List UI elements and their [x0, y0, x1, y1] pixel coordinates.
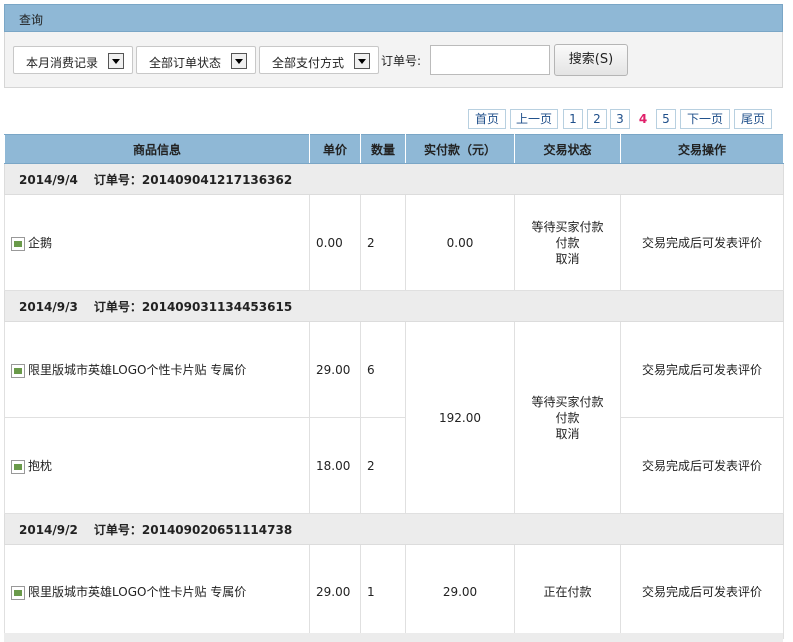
order-status-select-label: 全部订单状态: [149, 56, 222, 70]
trade-status: 等待买家付款 付款 取消: [514, 194, 621, 291]
trade-action: 交易完成后可发表评价: [620, 321, 784, 418]
order-date: 2014/9/4: [19, 172, 78, 187]
table-row: 企鹅 0.00 2 0.00 等待买家付款 付款 取消 交易完成后可发表评价: [4, 194, 784, 291]
order-group-header: 2014/9/2 订单号：201409020651114738: [4, 513, 784, 545]
column-header: 实付款（元）: [405, 134, 515, 164]
table-row: 限里版城市英雄LOGO个性卡片贴 专属价 29.00 6 192.00 等待买家…: [4, 321, 784, 514]
chevron-down-icon[interactable]: [231, 53, 247, 69]
prev-page-button[interactable]: 上一页: [510, 109, 558, 129]
page-button[interactable]: 3: [610, 109, 630, 129]
unit-price: 18.00: [309, 417, 361, 514]
product-name[interactable]: 限里版城市英雄LOGO个性卡片贴 专属价: [28, 363, 246, 377]
orders-table: 商品信息 单价 数量 实付款（元） 交易状态 交易操作 2014/9/4 订单号：…: [4, 134, 784, 639]
product-name[interactable]: 限里版城市英雄LOGO个性卡片贴 专属价: [28, 585, 246, 599]
quantity: 1: [360, 544, 406, 639]
paid-amount: 0.00: [405, 194, 515, 291]
next-page-button[interactable]: 下一页: [680, 109, 730, 129]
pay-link[interactable]: 付款: [516, 410, 619, 426]
status-text: 等待买家付款: [531, 219, 604, 234]
order-no-label: 订单号:: [381, 54, 422, 68]
product-name[interactable]: 抱枕: [28, 459, 52, 473]
order-no-input[interactable]: [430, 45, 550, 75]
chevron-down-icon[interactable]: [354, 53, 370, 69]
pay-method-select[interactable]: 全部支付方式: [259, 46, 379, 74]
column-header: 交易操作: [620, 134, 784, 164]
unit-price: 29.00: [309, 544, 361, 639]
chevron-down-icon[interactable]: [108, 53, 124, 69]
column-header: 单价: [309, 134, 361, 164]
unit-price: 0.00: [309, 194, 361, 291]
query-title: 查询: [19, 13, 44, 27]
order-number: 201409041217136362: [141, 172, 293, 187]
quantity: 6: [360, 321, 406, 418]
trade-action: 交易完成后可发表评价: [620, 417, 784, 514]
order-number: 201409020651114738: [141, 522, 293, 537]
status-text: 正在付款: [543, 584, 592, 599]
order-no-prefix: 订单号：: [93, 299, 142, 314]
page-button[interactable]: 5: [656, 109, 676, 129]
order-status-select[interactable]: 全部订单状态: [136, 46, 256, 74]
filter-panel: 本月消费记录 全部订单状态 全部支付方式 订单号: 搜索(S): [4, 32, 783, 88]
trade-action: 交易完成后可发表评价: [620, 544, 784, 639]
pagination: 首页 上一页 1 2 3 4 5 下一页 尾页: [468, 109, 774, 129]
column-header: 数量: [360, 134, 406, 164]
product-image-icon[interactable]: [11, 363, 25, 378]
table-row: 限里版城市英雄LOGO个性卡片贴 专属价 29.00 1 29.00 正在付款 …: [4, 544, 784, 639]
product-image-icon[interactable]: [11, 585, 25, 600]
trade-status: 正在付款: [514, 544, 621, 639]
product-cell[interactable]: 限里版城市英雄LOGO个性卡片贴 专属价: [4, 321, 310, 418]
query-title-bar: 查询: [4, 4, 783, 32]
pay-method-select-label: 全部支付方式: [272, 56, 345, 70]
quantity: 2: [360, 417, 406, 514]
column-header: 商品信息: [4, 134, 310, 164]
search-button[interactable]: 搜索(S): [554, 44, 628, 76]
trade-action: 交易完成后可发表评价: [620, 194, 784, 291]
order-group-header: 2014/9/4 订单号：201409041217136362: [4, 163, 784, 195]
unit-price: 29.00: [309, 321, 361, 418]
paid-amount: 29.00: [405, 544, 515, 639]
cancel-link[interactable]: 取消: [516, 251, 619, 267]
status-text: 等待买家付款: [531, 394, 604, 409]
order-no-prefix: 订单号：: [93, 172, 142, 187]
order-date: 2014/9/3: [19, 299, 78, 314]
cancel-link[interactable]: 取消: [516, 426, 619, 442]
product-cell[interactable]: 限里版城市英雄LOGO个性卡片贴 专属价: [4, 544, 310, 639]
table-row: 抱枕 18.00 2 交易完成后可发表评价: [4, 417, 784, 514]
trade-status: 等待买家付款 付款 取消: [514, 321, 621, 514]
product-cell[interactable]: 抱枕: [4, 417, 310, 514]
order-number: 201409031134453615: [141, 299, 293, 314]
pay-link[interactable]: 付款: [516, 235, 619, 251]
order-no-prefix: 订单号：: [93, 522, 142, 537]
product-name[interactable]: 企鹅: [28, 236, 52, 250]
product-image-icon[interactable]: [11, 459, 25, 474]
quantity: 2: [360, 194, 406, 291]
order-date: 2014/9/2: [19, 522, 78, 537]
product-image-icon[interactable]: [11, 236, 25, 251]
table-header-row: 商品信息 单价 数量 实付款（元） 交易状态 交易操作: [4, 134, 784, 164]
next-order-group-edge: [4, 633, 783, 642]
order-group-header: 2014/9/3 订单号：201409031134453615: [4, 290, 784, 322]
first-page-button[interactable]: 首页: [468, 109, 506, 129]
period-select[interactable]: 本月消费记录: [13, 46, 133, 74]
paid-amount: 192.00: [405, 321, 515, 514]
period-select-label: 本月消费记录: [26, 56, 99, 70]
column-header: 交易状态: [514, 134, 621, 164]
page-button[interactable]: 1: [563, 109, 583, 129]
product-cell[interactable]: 企鹅: [4, 194, 310, 291]
page-button[interactable]: 2: [587, 109, 607, 129]
current-page: 4: [633, 109, 653, 129]
last-page-button[interactable]: 尾页: [734, 109, 772, 129]
